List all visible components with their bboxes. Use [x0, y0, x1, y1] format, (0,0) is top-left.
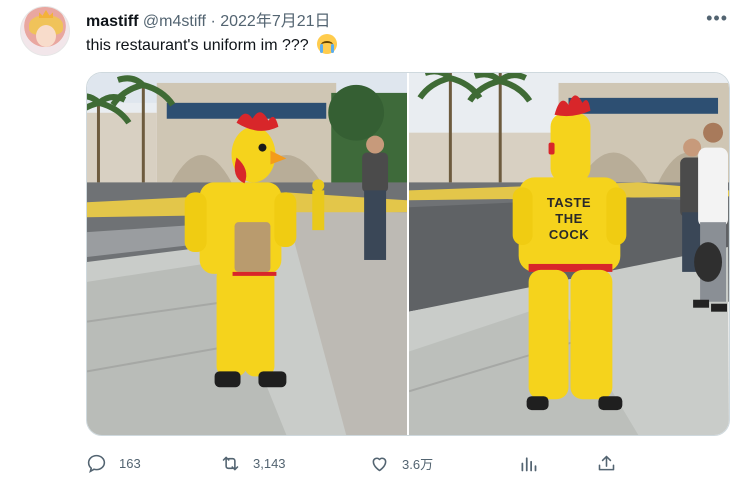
- share-button[interactable]: [596, 452, 629, 474]
- tweet-text-content: this restaurant's uniform im ???: [86, 37, 309, 54]
- retweet-button[interactable]: 3,143: [220, 452, 286, 474]
- more-options-icon[interactable]: •••: [706, 8, 728, 29]
- like-button[interactable]: 3.6万: [369, 452, 433, 474]
- shirt-text-line-1: TASTE: [546, 195, 592, 210]
- photo-left[interactable]: [87, 73, 407, 435]
- tweet-text: this restaurant's uniform im ???: [86, 34, 338, 55]
- shirt-text: TASTE THE COCK: [532, 195, 606, 243]
- display-name[interactable]: mastiff: [86, 13, 138, 30]
- avatar-face: [36, 25, 56, 47]
- share-icon: [598, 455, 615, 470]
- shirt-text-line-2: THE: [555, 211, 583, 226]
- reply-count: 163: [119, 455, 141, 471]
- photo-left-scene: [87, 73, 407, 435]
- tweet-actions: 163 3,143 3.6万: [86, 452, 730, 476]
- loudly-crying-emoji-icon: [317, 34, 338, 54]
- shirt-text-line-3: COCK: [548, 227, 590, 242]
- analytics-icon: [521, 456, 537, 471]
- heart-icon: [372, 457, 387, 471]
- tweet-media[interactable]: TASTE THE COCK: [86, 72, 730, 436]
- avatar-crown-icon: [39, 10, 53, 18]
- retweet-count: 3,143: [253, 455, 286, 471]
- user-handle[interactable]: @m4stiff: [143, 13, 206, 30]
- reply-icon: [87, 454, 106, 473]
- photo-right-scene: [409, 73, 729, 435]
- analytics-button[interactable]: [518, 452, 551, 474]
- retweet-icon: [222, 456, 239, 470]
- like-count: 3.6万: [402, 456, 434, 472]
- tweet-header: mastiff @m4stiff · 2022年7月21日: [86, 7, 331, 31]
- avatar[interactable]: [20, 6, 70, 56]
- separator-dot: ·: [210, 13, 216, 30]
- tweet-date[interactable]: 2022年7月21日: [220, 13, 330, 30]
- reply-button[interactable]: 163: [86, 452, 141, 474]
- photo-right[interactable]: TASTE THE COCK: [409, 73, 729, 435]
